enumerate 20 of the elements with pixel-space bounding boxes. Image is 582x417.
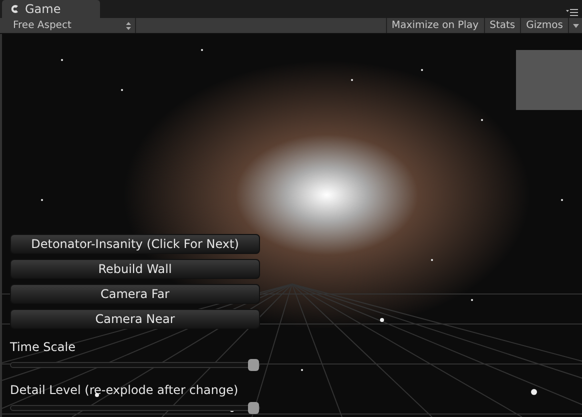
slider-thumb[interactable]: [248, 359, 259, 371]
toolbar-toggle[interactable]: Stats: [484, 18, 520, 33]
slider-track[interactable]: [10, 405, 260, 411]
toolbar-toggle[interactable]: Gizmos: [520, 18, 568, 33]
slider-thumb[interactable]: [248, 402, 259, 414]
logo-icon: [10, 4, 20, 14]
slider-label: Time Scale: [10, 339, 76, 356]
toolbar-toggle[interactable]: Maximize on Play: [386, 18, 484, 33]
gui-button[interactable]: Rebuild Wall: [10, 259, 260, 279]
gui-button[interactable]: Camera Far: [10, 284, 260, 304]
gui-button[interactable]: Detonator-Insanity (Click For Next): [10, 234, 260, 254]
caret-icon: [572, 24, 578, 28]
aspect-dropdown[interactable]: Free Aspect: [0, 18, 136, 33]
menu-icon[interactable]: [566, 9, 578, 16]
view-tab[interactable]: Game: [2, 0, 100, 18]
gizmos-dropdown[interactable]: [568, 18, 582, 33]
gui-button[interactable]: Camera Near: [10, 309, 260, 329]
slider-track[interactable]: [10, 362, 260, 368]
slider-label: Detail Level (re-explode after change): [10, 382, 240, 399]
updown-caret-icon: [126, 22, 131, 30]
